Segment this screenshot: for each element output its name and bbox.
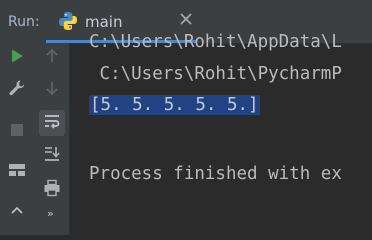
run-label: Run:	[8, 14, 40, 30]
up-stack-button[interactable]	[39, 45, 65, 71]
pin-tab-button[interactable]	[4, 198, 30, 224]
stop-icon	[10, 122, 24, 141]
console-line: C:\Users\Rohit\PycharmP	[89, 64, 342, 84]
tab-main-label: main	[85, 13, 123, 31]
edit-configuration-button[interactable]	[4, 77, 30, 103]
wrench-icon	[8, 79, 26, 101]
print-icon	[43, 179, 61, 201]
run-icon	[9, 48, 25, 68]
restore-layout-button[interactable]	[4, 159, 30, 185]
scroll-to-end-icon	[43, 145, 61, 167]
run-toolbar-left	[0, 43, 35, 235]
console-output[interactable]: C:\Users\Rohit\AppData\L C:\Users\Rohit\…	[70, 32, 372, 235]
down-stack-button[interactable]	[39, 77, 65, 103]
down-arrow-icon	[44, 80, 60, 100]
scroll-to-end-button[interactable]	[39, 143, 65, 169]
soft-wrap-icon	[43, 113, 61, 133]
console-line: [5. 5. 5. 5. 5.]	[89, 95, 260, 115]
console-line: Process finished with ex	[89, 164, 342, 184]
rerun-button[interactable]	[4, 45, 30, 71]
python-icon	[58, 11, 78, 35]
selected-output-text: [5. 5. 5. 5. 5.]	[89, 95, 260, 115]
pin-icon	[10, 202, 24, 221]
more-icon[interactable]: »	[47, 207, 54, 220]
console-line: C:\Users\Rohit\AppData\L	[89, 32, 342, 52]
stop-button[interactable]	[4, 118, 30, 144]
run-toolbar-right: »	[35, 43, 70, 235]
layout-icon	[8, 162, 26, 182]
close-icon[interactable]	[178, 11, 194, 31]
up-arrow-icon	[44, 48, 60, 68]
print-button[interactable]	[39, 177, 65, 203]
soft-wrap-button[interactable]	[39, 110, 65, 136]
